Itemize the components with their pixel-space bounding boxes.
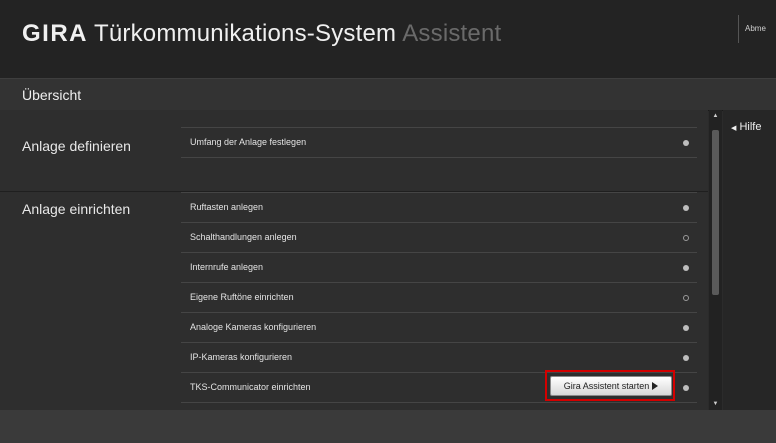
status-dot-icon xyxy=(683,355,689,361)
list-item-umfang-der-anlage[interactable]: Umfang der Anlage festlegen xyxy=(181,127,697,157)
brand-title: GIRA Türkommunikations-System Assistent xyxy=(22,20,501,48)
nav-bar: Übersicht xyxy=(0,78,776,111)
list-item-schalthandlungen[interactable]: Schalthandlungen anlegen xyxy=(181,222,697,252)
app-header: GIRA Türkommunikations-System Assistent Ab… xyxy=(0,0,776,78)
status-dot-icon xyxy=(683,295,689,301)
scroll-up-icon[interactable]: ▲ xyxy=(709,110,722,122)
status-dot-icon xyxy=(683,235,689,241)
help-panel: ◀ Hilfe xyxy=(723,110,776,410)
list-item-label: Analoge Kameras konfigurieren xyxy=(190,322,317,332)
status-dot-icon xyxy=(683,325,689,331)
help-label: Hilfe xyxy=(739,121,762,133)
list-item-label: Umfang der Anlage festlegen xyxy=(190,137,307,147)
list-item-internrufe[interactable]: Internrufe anlegen xyxy=(181,252,697,282)
list-item-label: Ruftasten anlegen xyxy=(190,202,264,212)
tab-overview[interactable]: Übersicht xyxy=(22,87,81,103)
status-dot-icon xyxy=(683,205,689,211)
status-dot-icon xyxy=(683,140,689,146)
chevron-left-icon: ◀ xyxy=(731,125,737,132)
scroll-down-icon[interactable]: ▼ xyxy=(709,398,722,410)
list-item-label: TKS-Communicator einrichten xyxy=(190,382,311,392)
section-title-anlage-definieren: Anlage definieren xyxy=(22,138,131,154)
scrollbar[interactable]: ▲ ▼ xyxy=(709,110,722,410)
list-item-label: IP-Kameras konfigurieren xyxy=(190,352,293,362)
section-title-anlage-einrichten: Anlage einrichten xyxy=(22,201,131,217)
help-toggle[interactable]: ◀ Hilfe xyxy=(731,121,761,133)
gira-logo: GIRA xyxy=(22,20,88,47)
brand-product-name: Türkommunikations-System xyxy=(94,20,397,47)
list-item-ip-kameras[interactable]: IP-Kameras konfigurieren xyxy=(181,342,697,372)
section-spacer xyxy=(181,157,697,191)
list-item-label: Internrufe anlegen xyxy=(190,262,264,272)
highlight-frame xyxy=(545,370,675,401)
list-item-eigene-ruftoene[interactable]: Eigene Ruftöne einrichten xyxy=(181,282,697,312)
list-item-label: Schalthandlungen anlegen xyxy=(190,232,297,242)
list-item-label: Eigene Ruftöne einrichten xyxy=(190,292,294,302)
overview-panel: Anlage definieren Umfang der Anlage fest… xyxy=(0,110,708,410)
scroll-thumb[interactable] xyxy=(712,130,719,295)
status-dot-icon xyxy=(683,265,689,271)
footer-bar xyxy=(0,410,776,443)
brand-suffix: Assistent xyxy=(402,20,502,47)
list-item-analoge-kameras[interactable]: Analoge Kameras konfigurieren xyxy=(181,312,697,342)
status-dot-icon xyxy=(683,385,689,391)
list-item-ruftasten[interactable]: Ruftasten anlegen xyxy=(181,192,697,222)
logout-link[interactable]: Abme xyxy=(738,15,766,43)
